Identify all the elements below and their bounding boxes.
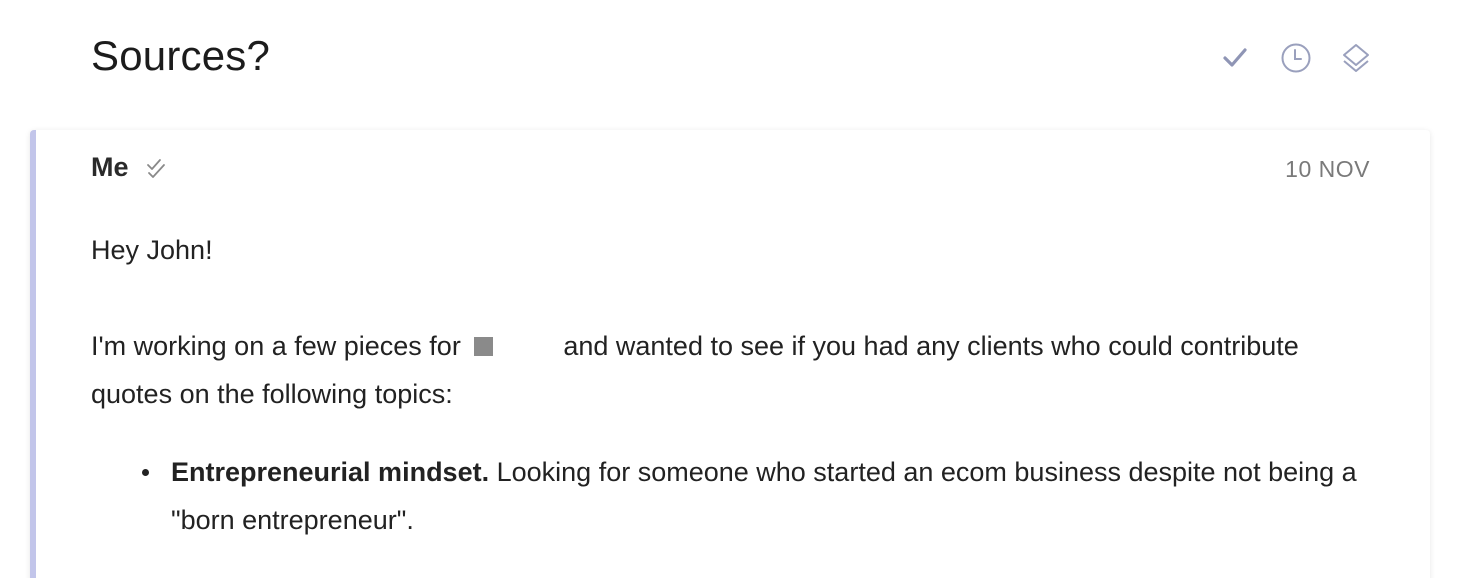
message-body: Hey John! I'm working on a few pieces fo… (91, 226, 1381, 544)
topic-title: Entrepreneurial mindset. (171, 457, 490, 487)
message-paragraph: I'm working on a few pieces for and want… (91, 322, 1381, 418)
remind-later-button[interactable] (1274, 36, 1318, 80)
thread-header: Sources? (0, 0, 1470, 120)
message-card[interactable]: Me 10 NOV Hey John! I'm working on a few… (30, 130, 1430, 578)
message-accent-bar (30, 130, 36, 578)
message-sender: Me (91, 152, 129, 182)
list-item: Entrepreneurial mindset. Looking for som… (142, 448, 1381, 544)
thread-toolbar (1210, 36, 1380, 80)
mark-done-button[interactable] (1213, 36, 1257, 80)
intro-text-before: I'm working on a few pieces for (91, 331, 461, 361)
redacted-block (474, 337, 494, 356)
double-check-icon (147, 159, 165, 178)
topics-list: Entrepreneurial mindset. Looking for som… (91, 448, 1381, 544)
layers-icon (1343, 44, 1369, 72)
checkmark-icon (1223, 48, 1247, 67)
archive-button[interactable] (1334, 36, 1378, 80)
message-date: 10 NOV (1285, 156, 1370, 182)
thread-subject: Sources? (91, 32, 271, 79)
clock-icon (1281, 43, 1311, 73)
email-thread-view: Sources? Me 10 NOV Hey John! I'm working… (0, 0, 1470, 578)
message-greeting: Hey John! (91, 235, 213, 265)
